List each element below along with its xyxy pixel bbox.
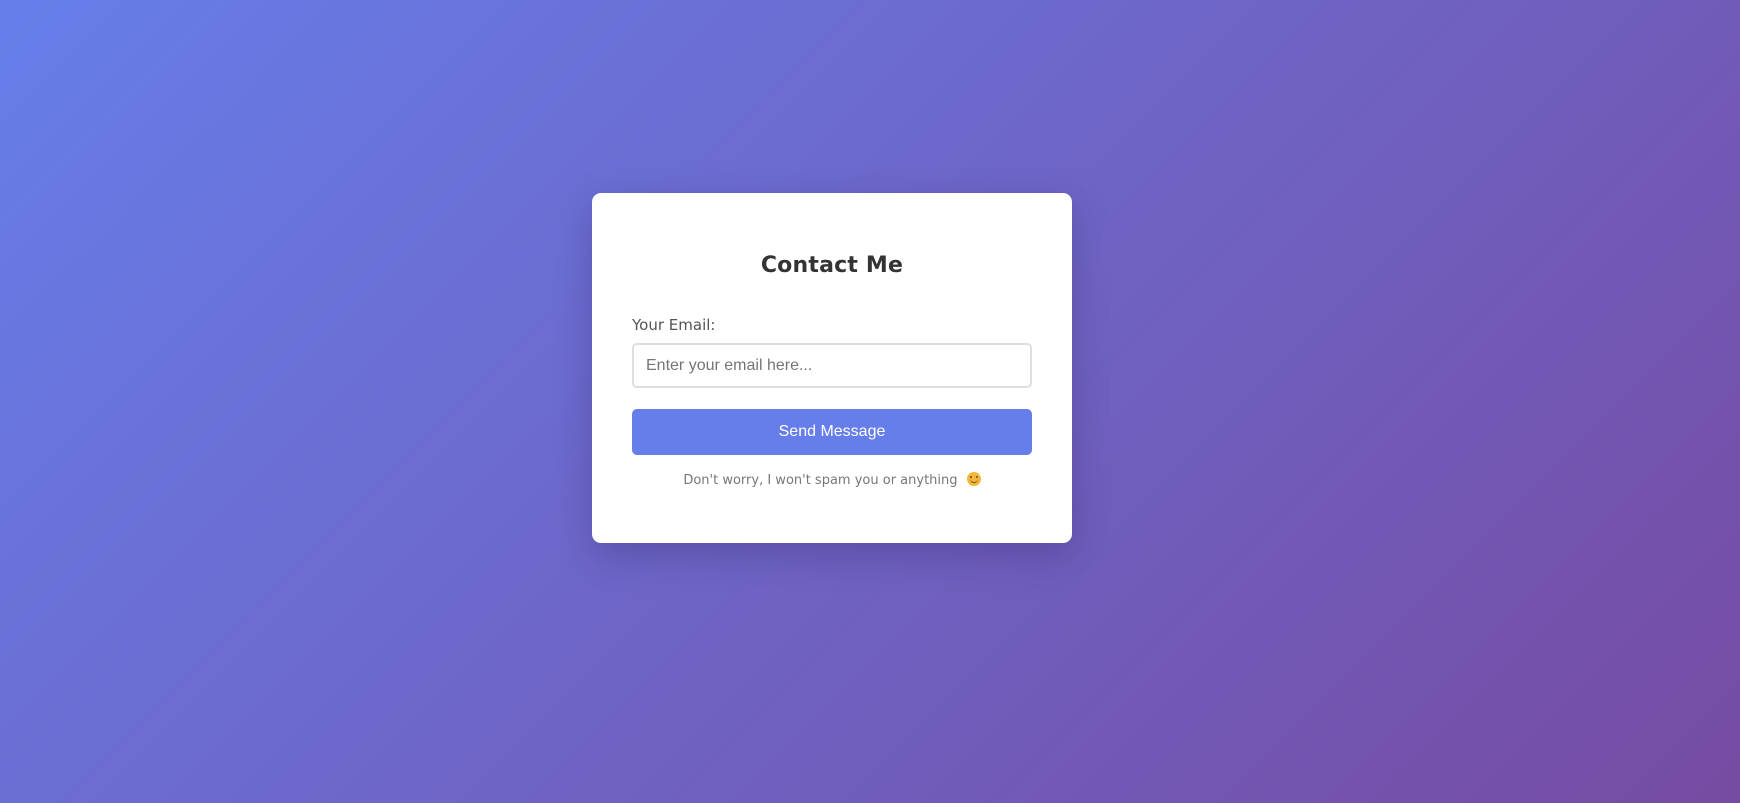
smiling-face-icon — [966, 472, 981, 486]
email-label: Your Email: — [632, 316, 716, 334]
send-message-button[interactable]: Send Message — [632, 409, 1032, 455]
spam-note-text: Don't worry, I won't spam you or anythin… — [683, 473, 958, 488]
spam-note: Don't worry, I won't spam you or anythin… — [592, 472, 1072, 488]
page-background: { "contact_form": { "title": "Contact Me… — [0, 0, 1740, 803]
email-field[interactable] — [632, 343, 1032, 388]
page-title: Contact Me — [760, 253, 904, 278]
contact-card: Contact Me Your Email: Send Message Don'… — [592, 193, 1072, 543]
